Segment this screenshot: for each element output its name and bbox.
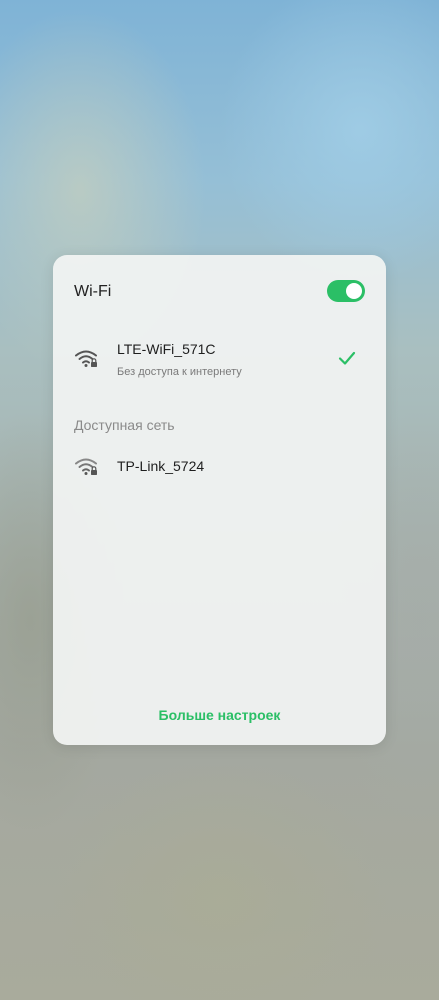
network-item-lte-wifi[interactable]: LTE-WiFi_571C Без доступа к интернету bbox=[53, 335, 386, 387]
available-networks-label: Доступная сеть bbox=[74, 417, 175, 433]
network-name: LTE-WiFi_571C bbox=[117, 341, 216, 357]
network-status: Без доступа к интернету bbox=[117, 366, 242, 378]
checkmark-icon bbox=[338, 351, 356, 365]
toggle-knob bbox=[346, 283, 362, 299]
wifi-panel: Wi-Fi LTE-WiFi_571C Без доступа к интерн… bbox=[53, 255, 386, 745]
wifi-locked-icon bbox=[75, 458, 97, 475]
network-name: TP-Link_5724 bbox=[117, 458, 205, 474]
more-settings-link[interactable]: Больше настроек bbox=[53, 707, 386, 723]
network-item-tp-link[interactable]: TP-Link_5724 bbox=[53, 451, 386, 487]
wifi-locked-icon bbox=[75, 350, 97, 367]
wifi-title: Wi-Fi bbox=[74, 283, 112, 300]
wifi-toggle[interactable] bbox=[327, 280, 365, 302]
wifi-header: Wi-Fi bbox=[74, 280, 365, 304]
